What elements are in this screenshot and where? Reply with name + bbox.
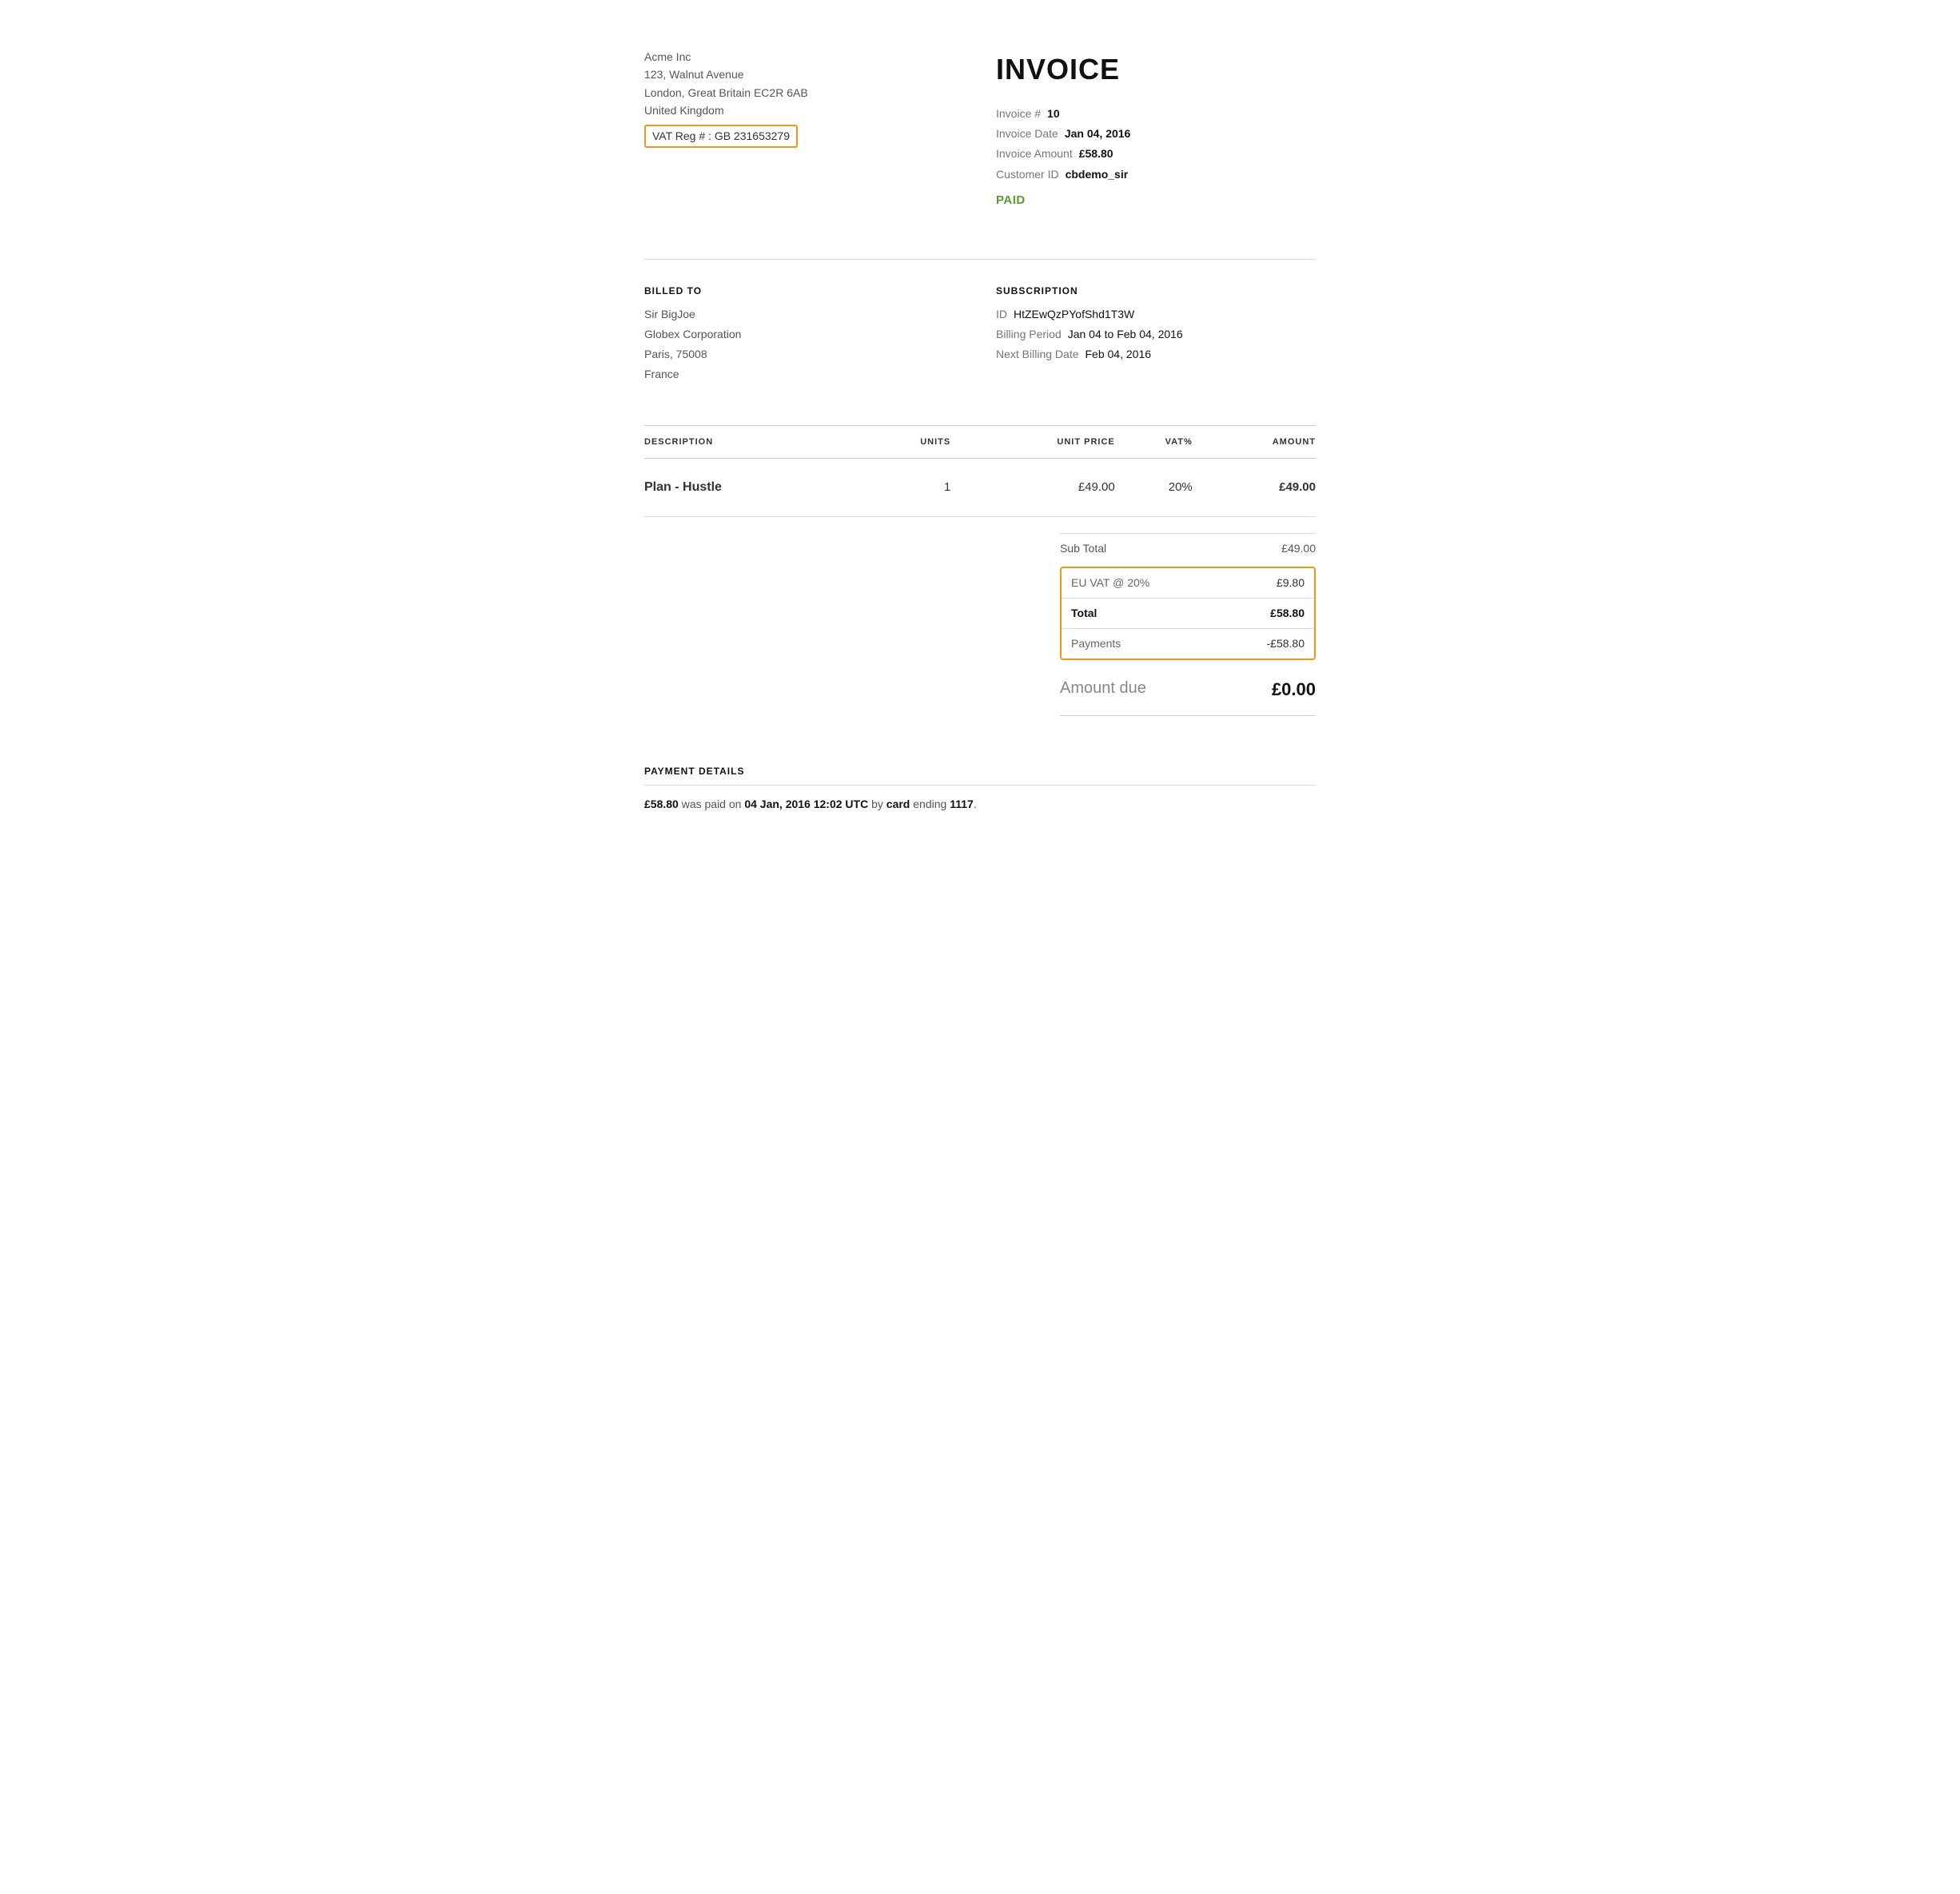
invoice-date-label: Invoice Date <box>996 124 1058 144</box>
company-info: Acme Inc 123, Walnut Avenue London, Grea… <box>644 48 964 211</box>
invoice-number-label: Invoice # <box>996 104 1041 124</box>
col-amount: AMOUNT <box>1193 425 1316 459</box>
col-units: UNITS <box>864 425 950 459</box>
invoice-number-value: 10 <box>1047 104 1060 124</box>
invoice-header: INVOICE Invoice # 10 Invoice Date Jan 04… <box>964 48 1316 211</box>
customer-id-value: cbdemo_sir <box>1066 165 1129 185</box>
payment-method: card <box>886 798 910 810</box>
payment-amount: £58.80 <box>644 798 679 810</box>
totals-section: Sub Total £49.00 EU VAT @ 20% £9.80 Tota… <box>644 533 1316 716</box>
billing-period-label: Billing Period <box>996 324 1062 344</box>
col-vat: VAT% <box>1115 425 1193 459</box>
sub-id-value: HtZEwQzPYofShd1T3W <box>1014 304 1134 324</box>
item-unit-price: £49.00 <box>950 459 1115 517</box>
billed-to-country: France <box>644 364 964 384</box>
company-country: United Kingdom <box>644 101 964 119</box>
subscription-section: SUBSCRIPTION ID HtZEwQzPYofShd1T3W Billi… <box>964 284 1316 385</box>
invoice-status: PAID <box>996 189 1316 211</box>
item-description: Plan - Hustle <box>644 459 864 517</box>
sub-id-label: ID <box>996 304 1007 324</box>
vat-row: EU VAT @ 20% £9.80 <box>1062 568 1314 598</box>
invoice-amount-value: £58.80 <box>1079 144 1113 164</box>
invoice-amount-label: Invoice Amount <box>996 144 1073 164</box>
payment-details-section: PAYMENT DETAILS £58.80 was paid on 04 Ja… <box>644 764 1316 813</box>
company-name: Acme Inc <box>644 48 964 66</box>
invoice-meta: Invoice # 10 Invoice Date Jan 04, 2016 I… <box>996 104 1316 211</box>
next-billing-value: Feb 04, 2016 <box>1086 344 1152 364</box>
payments-value: -£58.80 <box>1241 635 1305 652</box>
payment-last4: 1117 <box>950 798 974 810</box>
vat-label: EU VAT @ 20% <box>1071 575 1149 591</box>
company-address2: London, Great Britain EC2R 6AB <box>644 84 964 101</box>
customer-id-label: Customer ID <box>996 165 1059 185</box>
col-unit-price: UNIT PRICE <box>950 425 1115 459</box>
company-address1: 123, Walnut Avenue <box>644 66 964 83</box>
invoice-table: DESCRIPTION UNITS UNIT PRICE VAT% AMOUNT… <box>644 425 1316 518</box>
header-divider <box>644 259 1316 260</box>
vat-reg-badge: VAT Reg # : GB 231653279 <box>644 125 798 148</box>
vat-value: £9.80 <box>1241 575 1305 591</box>
billed-to-name: Sir BigJoe <box>644 304 964 324</box>
billed-to-section: BILLED TO Sir BigJoe Globex Corporation … <box>644 284 964 385</box>
subscription-label: SUBSCRIPTION <box>996 284 1316 298</box>
subtotal-label: Sub Total <box>1060 540 1106 557</box>
payment-text: £58.80 was paid on 04 Jan, 2016 12:02 UT… <box>644 795 1316 813</box>
highlighted-totals-box: EU VAT @ 20% £9.80 Total £58.80 Payments… <box>1060 567 1316 660</box>
total-value: £58.80 <box>1241 605 1305 622</box>
billed-to-details: Sir BigJoe Globex Corporation Paris, 750… <box>644 304 964 385</box>
item-units: 1 <box>864 459 950 517</box>
col-description: DESCRIPTION <box>644 425 864 459</box>
item-vat: 20% <box>1115 459 1193 517</box>
payment-text-mid2: by <box>868 798 886 810</box>
payment-text-mid1: was paid on <box>679 798 745 810</box>
billed-to-address: Paris, 75008 <box>644 344 964 364</box>
totals-table: Sub Total £49.00 EU VAT @ 20% £9.80 Tota… <box>1060 533 1316 716</box>
next-billing-label: Next Billing Date <box>996 344 1079 364</box>
amount-due-row: Amount due £0.00 <box>1060 663 1316 716</box>
table-row: Plan - Hustle 1 £49.00 20% £49.00 <box>644 459 1316 517</box>
amount-due-label: Amount due <box>1060 676 1146 702</box>
payments-label: Payments <box>1071 635 1121 652</box>
payment-text-ending: ending <box>910 798 950 810</box>
subscription-details: ID HtZEwQzPYofShd1T3W Billing Period Jan… <box>996 304 1316 365</box>
amount-due-value: £0.00 <box>1252 676 1316 702</box>
payments-row: Payments -£58.80 <box>1062 628 1314 659</box>
payment-details-label: PAYMENT DETAILS <box>644 764 1316 786</box>
billing-period-value: Jan 04 to Feb 04, 2016 <box>1068 324 1183 344</box>
total-label: Total <box>1071 605 1097 622</box>
subtotal-row: Sub Total £49.00 <box>1060 533 1316 563</box>
item-amount: £49.00 <box>1193 459 1316 517</box>
billed-to-label: BILLED TO <box>644 284 964 298</box>
billed-to-company: Globex Corporation <box>644 324 964 344</box>
invoice-title: INVOICE <box>996 48 1316 91</box>
payment-suffix: . <box>974 798 977 810</box>
payment-date: 04 Jan, 2016 12:02 UTC <box>744 798 868 810</box>
total-row: Total £58.80 <box>1062 598 1314 628</box>
subtotal-value: £49.00 <box>1281 540 1316 557</box>
invoice-date-value: Jan 04, 2016 <box>1065 124 1131 144</box>
